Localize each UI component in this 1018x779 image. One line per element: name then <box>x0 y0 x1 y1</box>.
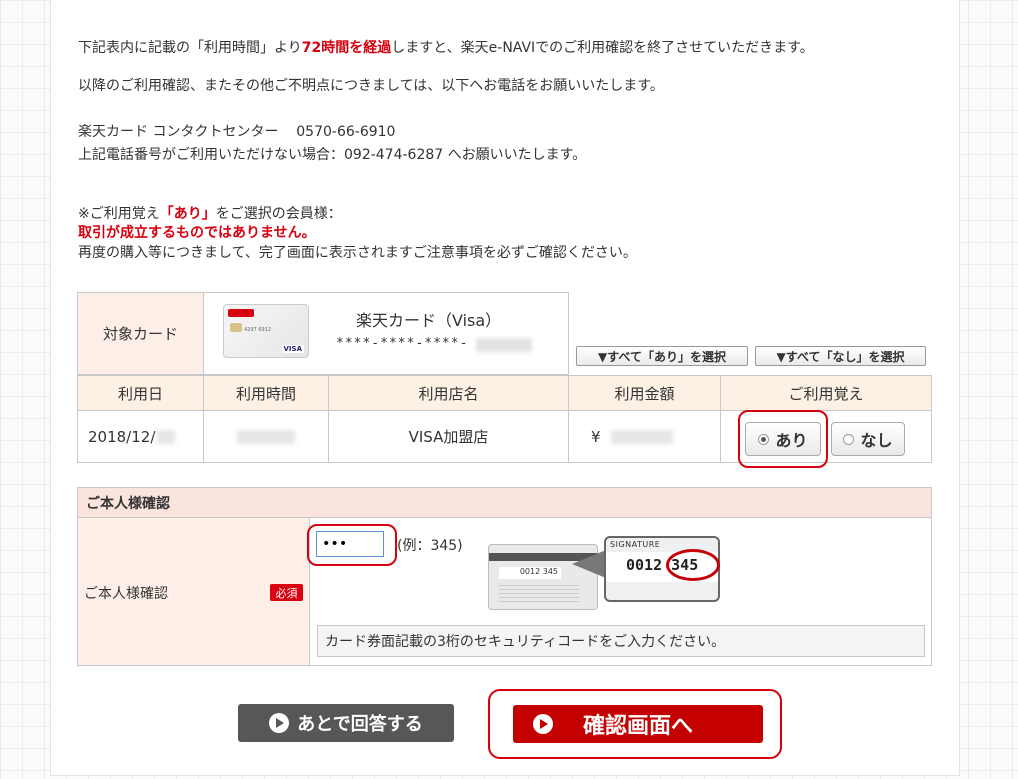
header-recognition: ご利用覚え <box>720 375 932 411</box>
header-time: 利用時間 <box>203 375 329 411</box>
identity-label: ご本人様確認 <box>84 586 168 602</box>
zoom-pointer <box>572 550 606 578</box>
inquiry-notice: 以降のご利用確認、またその他ご不明点につきましては、以下へお電話をお願いいたしま… <box>78 78 664 94</box>
header-date: 利用日 <box>77 375 204 411</box>
card-name: 楽天カード（Visa） <box>356 311 502 330</box>
card-label: 対象カード <box>77 292 204 375</box>
play-icon <box>269 713 290 733</box>
header-amount: 利用金額 <box>568 375 721 411</box>
row-time <box>203 410 329 463</box>
visa-logo-icon: VISA <box>281 345 304 353</box>
security-code-instruction: カード券面記載の3桁のセキュリティコードをご入力ください。 <box>317 625 925 657</box>
answer-later-button[interactable]: あとで回答する <box>238 704 454 742</box>
card-chip-icon <box>230 323 242 332</box>
row-store: VISA加盟店 <box>328 410 569 463</box>
masked-number <box>476 338 532 352</box>
recognition-no-radio[interactable]: なし <box>831 422 905 456</box>
rakuten-logo-icon <box>228 309 254 317</box>
recognition-note: ※ご利用覚え「あり」をご選択の会員様： <box>78 206 342 222</box>
repurchase-note: 再度の購入等につきまして、完了画面に表示されますご注意事項を必ずご確認ください。 <box>78 245 637 261</box>
confirm-screen-button[interactable]: 確認画面へ <box>513 705 763 743</box>
contact-center: 楽天カード コンタクトセンター 0570-66-6910 <box>78 124 396 140</box>
highlight-input-ring <box>307 524 397 566</box>
play-icon <box>533 714 553 734</box>
warning-text: 取引が成立するものではありません。 <box>78 225 316 241</box>
expiry-notice: 下記表内に記載の「利用時間」より72時間を経過しますと、楽天e-NAVIでのご利… <box>78 40 814 56</box>
row-amount: ¥ <box>568 410 721 463</box>
card-image: 4297 6912 VISA <box>223 304 309 358</box>
row-date: 2018/12/ <box>77 410 204 463</box>
required-badge: 必須 <box>270 584 303 601</box>
identity-section-header: ご本人様確認 <box>77 487 932 518</box>
code-highlight-ellipse <box>666 549 720 581</box>
example-text: (例：345) <box>397 538 463 554</box>
highlight-yes-ring <box>738 410 828 468</box>
alt-phone-notice: 上記電話番号がご利用いただけない場合：092-474-6287 へお願いいたしま… <box>78 147 587 163</box>
header-store: 利用店名 <box>328 375 569 411</box>
select-all-no-button[interactable]: ▼すべて「なし」を選択 <box>755 346 926 366</box>
radio-unselected-icon <box>843 433 855 445</box>
card-number: ****-****-****- <box>336 336 469 351</box>
select-all-yes-button[interactable]: ▼すべて「あり」を選択 <box>576 346 748 366</box>
